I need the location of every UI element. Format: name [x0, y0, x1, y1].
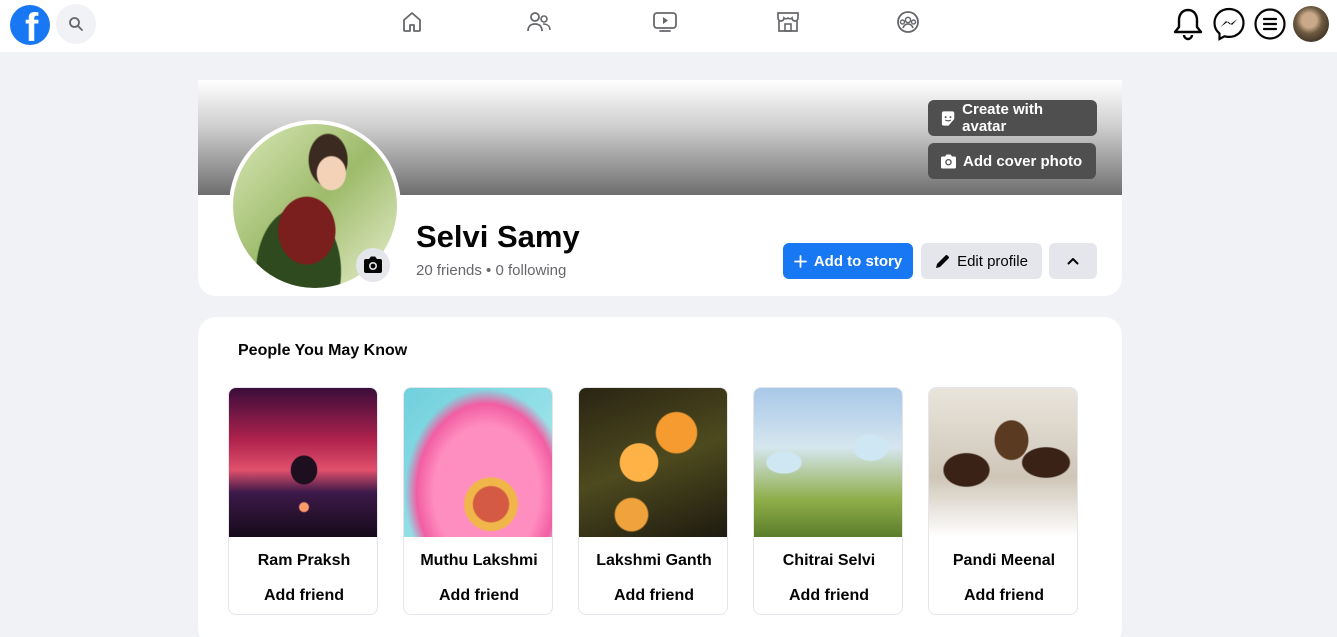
- pymk-title: People You May Know: [238, 342, 408, 359]
- notifications-button[interactable]: [1170, 6, 1206, 42]
- add-friend-button[interactable]: Add friend: [929, 587, 1077, 605]
- person-card[interactable]: Muthu Lakshmi Add friend: [403, 387, 553, 615]
- search-button[interactable]: [56, 4, 96, 44]
- add-cover-photo-button[interactable]: Add cover photo: [928, 143, 1096, 179]
- person-photo[interactable]: [579, 388, 727, 537]
- person-name[interactable]: Pandi Meenal: [929, 552, 1077, 570]
- add-friend-button[interactable]: Add friend: [579, 587, 727, 605]
- home-icon: [403, 12, 421, 32]
- friends-icon: [527, 12, 551, 32]
- friends-following-count[interactable]: 20 friends • 0 following: [416, 262, 566, 279]
- messenger-button[interactable]: [1211, 6, 1247, 42]
- person-card[interactable]: Chitrai Selvi Add friend: [753, 387, 903, 615]
- person-photo[interactable]: [404, 388, 552, 537]
- person-name[interactable]: Ram Praksh: [229, 552, 377, 570]
- add-friend-button[interactable]: Add friend: [754, 587, 902, 605]
- notifications-bell-icon: [1173, 8, 1203, 41]
- avatar-sticker-icon: [941, 110, 955, 126]
- search-icon: [69, 17, 83, 31]
- add-friend-button[interactable]: Add friend: [404, 587, 552, 605]
- person-name[interactable]: Muthu Lakshmi: [404, 552, 552, 570]
- edit-profile-button[interactable]: Edit profile: [921, 243, 1042, 279]
- messenger-icon: [1213, 7, 1245, 41]
- create-with-avatar-label: Create with avatar: [962, 101, 1044, 135]
- update-profile-picture-button[interactable]: [356, 248, 390, 282]
- person-photo[interactable]: [754, 388, 902, 537]
- chevron-up-icon: [1067, 258, 1079, 265]
- person-photo[interactable]: [229, 388, 377, 537]
- camera-icon: [941, 154, 956, 168]
- menu-button[interactable]: [1252, 6, 1288, 42]
- watch-icon: [653, 12, 677, 32]
- profile-name: Selvi Samy: [416, 219, 580, 254]
- person-photo[interactable]: [929, 388, 1077, 537]
- person-card[interactable]: Pandi Meenal Add friend: [928, 387, 1078, 615]
- menu-icon: [1254, 8, 1286, 40]
- nav-groups[interactable]: [888, 6, 928, 38]
- add-to-story-button[interactable]: Add to story: [783, 243, 913, 279]
- pencil-icon: [936, 254, 949, 268]
- marketplace-icon: [777, 12, 799, 32]
- profile-header-card: Create with avatar Add cover photo Selvi…: [198, 80, 1122, 296]
- person-card[interactable]: Ram Praksh Add friend: [228, 387, 378, 615]
- add-to-story-label: Add to story: [813, 252, 903, 270]
- edit-profile-label: Edit profile: [957, 252, 1028, 270]
- groups-icon: [897, 11, 919, 33]
- account-avatar[interactable]: [1293, 6, 1329, 42]
- person-name[interactable]: Chitrai Selvi: [754, 552, 902, 570]
- facebook-logo[interactable]: f: [10, 5, 50, 45]
- nav-home[interactable]: [392, 6, 432, 38]
- nav-marketplace[interactable]: [768, 6, 808, 38]
- collapse-toggle-button[interactable]: [1049, 243, 1097, 279]
- people-you-may-know-card: People You May Know Ram Praksh Add frien…: [198, 317, 1122, 637]
- plus-icon: [793, 254, 807, 268]
- nav-friends[interactable]: [519, 6, 559, 38]
- camera-icon: [364, 256, 382, 273]
- person-card[interactable]: Lakshmi Ganth Add friend: [578, 387, 728, 615]
- add-cover-photo-label: Add cover photo: [963, 152, 1083, 170]
- top-navigation-bar: f: [0, 0, 1337, 52]
- create-with-avatar-button[interactable]: Create with avatar: [928, 100, 1097, 136]
- nav-watch[interactable]: [645, 6, 685, 38]
- add-friend-button[interactable]: Add friend: [229, 587, 377, 605]
- person-name[interactable]: Lakshmi Ganth: [579, 552, 727, 570]
